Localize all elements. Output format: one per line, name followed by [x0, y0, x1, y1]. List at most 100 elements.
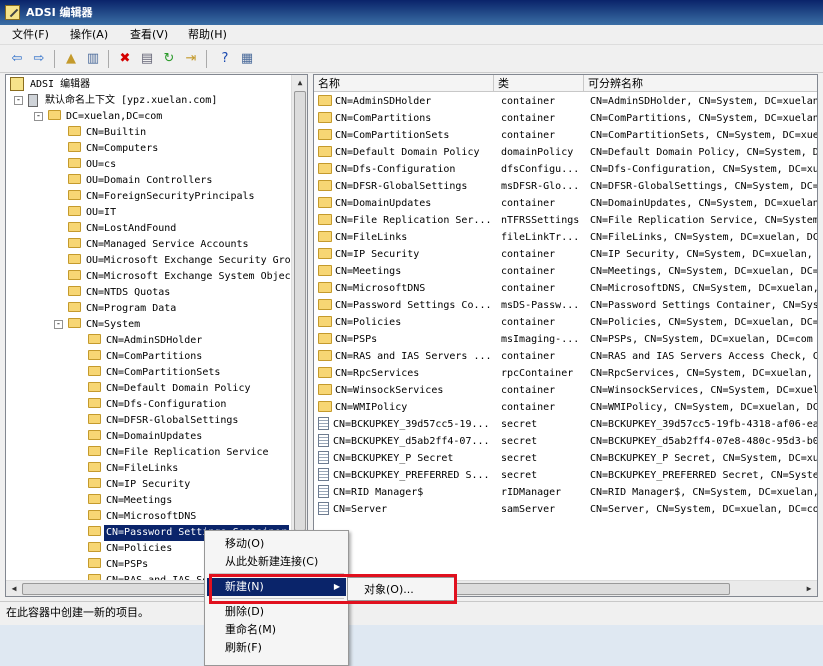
list-item[interactable]: CN=BCKUPKEY_P Secret secret CN=BCKUPKEY_P … [314, 450, 817, 467]
context-menu-item[interactable]: 删除(D) [207, 603, 346, 621]
tree-vertical-scroll-thumb[interactable] [294, 91, 306, 531]
tree-node[interactable]: CN=PSPs [88, 557, 150, 573]
list-item[interactable]: CN=RID Manager$ rIDManager CN=RID Manager$… [314, 484, 817, 501]
tree-node-label: CN=LostAndFound [86, 223, 177, 234]
tree-node[interactable]: CN=Computers [68, 141, 160, 157]
delete-icon[interactable]: ✖ [116, 50, 134, 68]
context-menu-item[interactable]: 刷新(F) [207, 639, 346, 657]
list-item[interactable]: CN=BCKUPKEY_d5ab2ff4-07... secret CN=BCKUP… [314, 433, 817, 450]
list-item[interactable]: CN=Password Settings Co... msDS-Passw... C… [314, 297, 817, 314]
tree-node[interactable]: DC=xuelan,DC=com [48, 109, 164, 125]
tree-node[interactable]: CN=DomainUpdates [88, 429, 204, 445]
up-folder-icon[interactable]: ▲ [62, 50, 80, 68]
tree-vertical-scrollbar[interactable]: ▲ ▼ [291, 75, 307, 581]
tree-node[interactable]: CN=Managed Service Accounts [68, 237, 251, 253]
tree-node[interactable]: CN=ComPartitions [88, 349, 204, 365]
tree-node[interactable]: OU=Microsoft Exchange Security Groups [68, 253, 292, 269]
tree-node[interactable]: CN=LostAndFound [68, 221, 178, 237]
object-icon [318, 433, 329, 447]
scroll-up-icon[interactable]: ▲ [292, 75, 307, 91]
tree-node[interactable]: CN=File Replication Service [88, 445, 271, 461]
list-item[interactable]: CN=AdminSDHolder container CN=AdminSDHolde… [314, 93, 817, 110]
list-item[interactable]: CN=Default Domain Policy domainPolicy CN=D… [314, 144, 817, 161]
list-item[interactable]: CN=ComPartitions container CN=ComPartition… [314, 110, 817, 127]
tree-node[interactable]: OU=Domain Controllers [68, 173, 214, 189]
collapse-toggle-icon[interactable]: - [14, 96, 23, 105]
tree-node[interactable]: CN=ComPartitionSets [88, 365, 222, 381]
list-item[interactable]: CN=Server samServer CN=Server, CN=System, … [314, 501, 817, 518]
context-menu-item[interactable]: 重命名(M) [207, 621, 346, 639]
list-item[interactable]: CN=ComPartitionSets container CN=ComPartit… [314, 127, 817, 144]
menu-view[interactable]: 查看(V) [126, 27, 172, 43]
help-icon[interactable]: ? [216, 50, 234, 68]
tree-node[interactable]: CN=AdminSDHolder [88, 333, 204, 349]
folder-icon [68, 158, 81, 168]
tree-node[interactable]: CN=NTDS Quotas [68, 285, 172, 301]
tree-node[interactable]: CN=MicrosoftDNS [88, 509, 198, 525]
list-scroll-right-icon[interactable]: ▶ [801, 581, 817, 596]
list-item[interactable]: CN=MicrosoftDNS container CN=MicrosoftDNS,… [314, 280, 817, 297]
tree-horizontal-scroll-thumb[interactable] [22, 583, 222, 595]
item-name: CN=ComPartitions [335, 113, 432, 124]
list-item[interactable]: CN=BCKUPKEY_39d57cc5-19... secret CN=BCKUP… [314, 416, 817, 433]
tree-node[interactable]: CN=DFSR-GlobalSettings [88, 413, 240, 429]
list-item[interactable]: CN=RpcServices rpcContainer CN=RpcServices… [314, 365, 817, 382]
list-item[interactable]: CN=FileLinks fileLinkTr... CN=FileLinks, C… [314, 229, 817, 246]
tree-node[interactable]: CN=System [68, 317, 142, 333]
tree-node[interactable]: CN=ForeignSecurityPrincipals [68, 189, 257, 205]
folder-icon [68, 174, 81, 184]
menu-file[interactable]: 文件(F) [8, 27, 53, 43]
tree-node[interactable]: OU=IT [68, 205, 118, 221]
collapse-toggle-icon[interactable]: - [34, 112, 43, 121]
tree-node[interactable]: CN=Meetings [88, 493, 174, 509]
list-item[interactable]: CN=DomainUpdates container CN=DomainUpdate… [314, 195, 817, 212]
menu-help[interactable]: 帮助(H) [184, 27, 231, 43]
list-cell-name: CN=IP Security [318, 246, 494, 263]
scroll-left-icon[interactable]: ◀ [6, 581, 22, 596]
new-object-menu-item[interactable]: 对象(O)... [350, 581, 452, 598]
back-arrow-icon[interactable]: ⇦ [8, 50, 26, 68]
context-menu-item[interactable]: 新建(N) ▶ [207, 578, 346, 596]
list-cell-name: CN=FileLinks [318, 229, 494, 246]
menu-action[interactable]: 操作(A) [66, 27, 112, 43]
list-item[interactable]: CN=Meetings container CN=Meetings, CN=Syst… [314, 263, 817, 280]
properties-icon[interactable]: ▤ [138, 50, 156, 68]
export-list-icon[interactable]: ⇥ [182, 50, 200, 68]
tree-node[interactable]: CN=IP Security [88, 477, 192, 493]
tree-node[interactable]: CN=Policies [88, 541, 174, 557]
show-tree-icon[interactable]: ▥ [84, 50, 102, 68]
object-icon [318, 501, 329, 515]
list-item[interactable]: CN=Dfs-Configuration dfsConfigu... CN=Dfs-… [314, 161, 817, 178]
refresh-icon[interactable]: ↻ [160, 50, 178, 68]
folder-icon [88, 430, 101, 440]
list-item[interactable]: CN=IP Security container CN=IP Security, C… [314, 246, 817, 263]
list-item[interactable]: CN=PSPs msImaging-... CN=PSPs, CN=System, … [314, 331, 817, 348]
list-item[interactable]: CN=Policies container CN=Policies, CN=Syst… [314, 314, 817, 331]
list-item[interactable]: CN=WinsockServices container CN=WinsockSer… [314, 382, 817, 399]
list-item[interactable]: CN=RAS and IAS Servers ... container CN=RA… [314, 348, 817, 365]
forward-arrow-icon[interactable]: ⇨ [30, 50, 48, 68]
column-header-class[interactable]: 类 [494, 75, 584, 92]
tree-node[interactable]: ADSI 编辑器 [10, 77, 92, 93]
item-class: dfsConfigu... [501, 164, 580, 175]
list-cell-name: CN=Dfs-Configuration [318, 161, 494, 178]
list-item[interactable]: CN=File Replication Ser... nTFRSSettings C… [314, 212, 817, 229]
list-item[interactable]: CN=BCKUPKEY_PREFERRED S... secret CN=BCKUP… [314, 467, 817, 484]
tree-node[interactable]: CN=Default Domain Policy [88, 381, 253, 397]
collapse-toggle-icon[interactable]: - [54, 320, 63, 329]
title-bar: ADSI 编辑器 [0, 0, 823, 25]
context-menu-item[interactable]: 移动(O) [207, 535, 346, 553]
tree-node[interactable]: CN=Program Data [68, 301, 178, 317]
tree-node[interactable]: CN=Dfs-Configuration [88, 397, 228, 413]
tree-node[interactable]: CN=Builtin [68, 125, 148, 141]
tree-node[interactable]: 默认命名上下文 [ypz.xuelan.com] [28, 93, 219, 109]
tree-node[interactable]: CN=Microsoft Exchange System Objects [68, 269, 292, 285]
column-header-name[interactable]: 名称 [314, 75, 494, 92]
list-item[interactable]: CN=DFSR-GlobalSettings msDFSR-Glo... CN=DF… [314, 178, 817, 195]
tree-node[interactable]: OU=cs [68, 157, 118, 173]
list-item[interactable]: CN=WMIPolicy container CN=WMIPolicy, CN=Sy… [314, 399, 817, 416]
tree-node[interactable]: CN=FileLinks [88, 461, 180, 477]
context-menu-item[interactable]: 从此处新建连接(C) [207, 553, 346, 571]
column-header-dn[interactable]: 可分辨名称 [584, 75, 817, 92]
action-pane-icon[interactable]: ▦ [238, 50, 256, 68]
